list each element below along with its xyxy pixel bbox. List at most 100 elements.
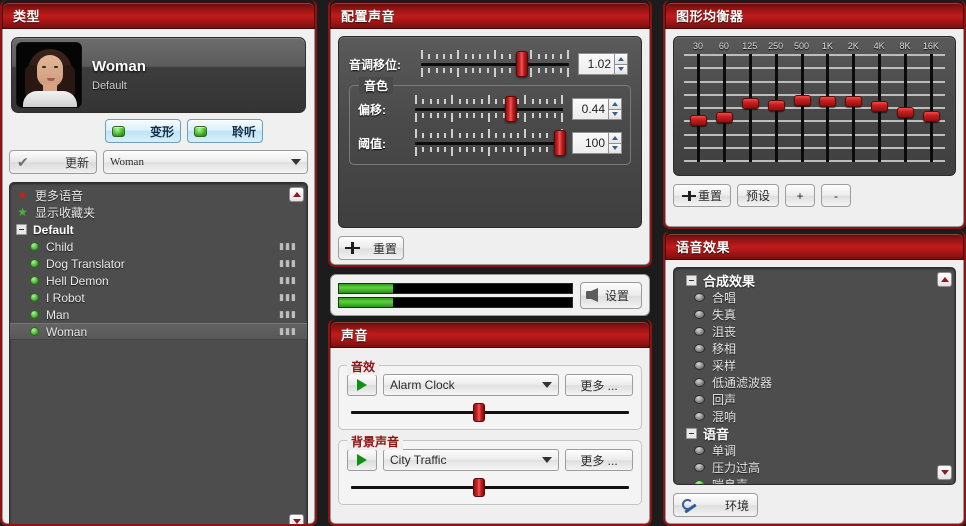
knob-icon[interactable] [694,395,705,404]
voice-list-scroll-down[interactable] [289,514,304,526]
threshold-stepper-up[interactable] [608,132,622,143]
pitch-stepper-down[interactable] [614,63,628,75]
knob-icon[interactable] [694,361,705,370]
knob-icon[interactable] [694,446,705,455]
pitch-slider-knob[interactable] [515,51,528,77]
pitch-stepper-arrows[interactable] [614,53,628,75]
equalizer-reset-button[interactable]: 重置 [673,184,731,207]
voice-effects-list[interactable]: 合成效果 合唱 失真 沮丧 移相 采样 低通滤波器 回声 混响 语音 单调 压力过高 喘息声 [673,267,956,485]
voice-effects-scroll-down[interactable] [937,465,952,480]
voice-effect-item[interactable]: 沮丧 [674,323,955,340]
voice-list-scroll-up[interactable] [289,187,304,202]
pitch-slider[interactable] [421,47,569,81]
voice-effect-item[interactable]: 单调 [674,442,955,459]
background-sound-volume-slider[interactable] [351,476,629,498]
equalizer-band-knob[interactable] [819,96,837,107]
voice-list-item-child[interactable]: Child ▮▮▮ [10,238,307,255]
equalizer-band-knob[interactable] [871,101,889,112]
sound-effect-volume-knob[interactable] [472,403,485,422]
voice-effect-item[interactable]: 喘息声 [674,476,955,484]
pitch-stepper-up[interactable] [614,53,628,64]
equalizer-band-1K[interactable] [815,54,839,162]
listen-button[interactable]: 聆听 [187,119,263,143]
voice-effect-item[interactable]: 混响 [674,408,955,425]
shift-stepper-arrows[interactable] [608,98,622,120]
equalizer-band-60[interactable] [712,54,736,162]
equalizer-remove-button[interactable]: - [821,184,852,207]
voice-effect-item[interactable]: 语音 [674,425,955,442]
settings-button[interactable]: 设置 [580,281,642,309]
knob-icon[interactable] [694,327,705,336]
knob-icon[interactable] [694,412,705,421]
environment-button[interactable]: 环境 [673,493,758,517]
threshold-slider[interactable] [415,126,567,160]
background-sound-volume-knob[interactable] [472,478,485,497]
voice-list-item-man[interactable]: Man ▮▮▮ [10,306,307,323]
equalizer-band-4K[interactable] [867,54,891,162]
equalizer-band-16K[interactable] [919,54,943,162]
voice-effect-item[interactable]: 合成效果 [674,272,955,289]
voice-effect-item[interactable]: 低通滤波器 [674,374,955,391]
voice-effect-item[interactable]: 压力过高 [674,459,955,476]
voice-list-item-i-robot[interactable]: I Robot ▮▮▮ [10,289,307,306]
voice-list-item-default[interactable]: Default [10,221,307,238]
voice-effect-item[interactable]: 失真 [674,306,955,323]
threshold-stepper-down[interactable] [608,142,622,154]
equalizer-band-knob[interactable] [715,112,733,123]
voice-list-item-显示收藏夹[interactable]: ★ 显示收藏夹 [10,204,307,221]
knob-icon[interactable] [694,480,705,484]
threshold-stepper-arrows[interactable] [608,132,622,154]
sound-effect-volume-slider[interactable] [351,401,629,423]
voice-effect-item[interactable]: 移相 [674,340,955,357]
equalizer-band-8K[interactable] [893,54,917,162]
profile-subtitle: Default [92,80,127,92]
equalizer-band-250[interactable] [764,54,788,162]
voice-list-item-hell-demon[interactable]: Hell Demon ▮▮▮ [10,272,307,289]
knob-icon[interactable] [694,293,705,302]
voice-effect-item[interactable]: 采样 [674,357,955,374]
equalizer-band-500[interactable] [790,54,814,162]
voice-effect-item[interactable]: 回声 [674,391,955,408]
sound-effect-play-button[interactable] [347,374,377,396]
sound-effect-select[interactable]: Alarm Clock [383,374,559,396]
shift-stepper-up[interactable] [608,98,622,109]
equalizer-preset-button[interactable]: 预设 [737,184,780,207]
voice-select[interactable]: Woman [103,150,308,174]
update-button[interactable]: ✔ 更新 [9,150,97,174]
equalizer-band-knob[interactable] [690,115,707,126]
shift-slider[interactable] [415,92,563,126]
voice-list-item-woman[interactable]: Woman ▮▮▮ [10,323,307,340]
equalizer-add-button[interactable]: + [785,184,816,207]
voice-effect-item[interactable]: 合唱 [674,289,955,306]
voice-list-item-更多语音[interactable]: ★ 更多语音 [10,187,307,204]
background-sound-select[interactable]: City Traffic [383,449,559,471]
equalizer-band-125[interactable] [738,54,762,162]
equalizer-band-knob[interactable] [741,98,759,109]
voice-effects-scroll-up[interactable] [937,272,952,287]
equalizer-graph[interactable]: 30 60 125 250 500 1K 2K 4K 8K 16K [673,36,956,176]
shift-slider-knob[interactable] [505,96,518,122]
sound-effect-more-button[interactable]: 更多 ... [565,374,633,396]
morph-button[interactable]: 变形 [105,119,181,143]
equalizer-band-knob[interactable] [845,96,863,107]
configure-voice-reset-button[interactable]: 重置 [338,236,404,260]
shift-stepper-down[interactable] [608,108,622,120]
threshold-slider-knob[interactable] [554,130,567,156]
background-sound-more-button[interactable]: 更多 ... [565,449,633,471]
equalizer-band-30[interactable] [686,54,710,162]
knob-icon[interactable] [694,310,705,319]
background-sound-play-button[interactable] [347,449,377,471]
threshold-stepper[interactable]: 100 [572,132,622,154]
equalizer-band-knob[interactable] [793,95,811,106]
knob-icon[interactable] [694,463,705,472]
equalizer-band-knob[interactable] [767,100,785,111]
equalizer-band-2K[interactable] [841,54,865,162]
equalizer-band-knob[interactable] [897,107,914,118]
voice-list-item-dog-translator[interactable]: Dog Translator ▮▮▮ [10,255,307,272]
knob-icon[interactable] [694,344,705,353]
knob-icon[interactable] [694,378,705,387]
shift-stepper[interactable]: 0.44 [572,98,622,120]
equalizer-band-knob[interactable] [922,111,940,122]
pitch-stepper[interactable]: 1.02 [578,53,628,75]
voice-list[interactable]: ★ 更多语音 ★ 显示收藏夹 Default Child ▮▮▮ Dog Translator… [9,182,308,526]
